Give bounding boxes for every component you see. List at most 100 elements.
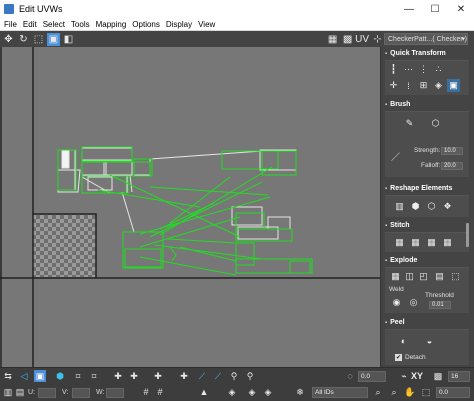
mirror-icon[interactable]: ◧ <box>62 33 75 46</box>
stitch-average-icon[interactable]: ▦ <box>409 236 422 249</box>
relax-brush-icon[interactable]: ⬡ <box>429 117 442 130</box>
rollout-stitch-header[interactable]: ▪ Stitch <box>385 220 469 231</box>
maximize-button[interactable]: ☐ <box>422 0 448 18</box>
menu-select[interactable]: Select <box>40 20 68 29</box>
relax-custom-icon[interactable]: ⬡ <box>425 200 438 213</box>
loop-grow-icon[interactable]: ✚ <box>152 370 164 382</box>
minimize-button[interactable]: — <box>396 0 422 18</box>
relax-until-flat-icon[interactable]: ⬢ <box>409 200 422 213</box>
brush-gradient-icon[interactable]: ／ <box>389 150 402 163</box>
select-by-angle-icon[interactable]: ⟋ <box>212 370 224 382</box>
relax-icon[interactable]: ⊞ <box>417 79 430 92</box>
stitch-target-icon[interactable]: ▦ <box>393 236 406 249</box>
explode-by-id-icon[interactable]: ▦ <box>389 270 402 283</box>
stitch-custom-icon[interactable]: ▦ <box>441 236 454 249</box>
checker-mode-icon[interactable]: ▩ <box>341 33 354 46</box>
weld-selected-icon[interactable]: ◉ <box>390 296 403 309</box>
explode-hard-edges-icon[interactable]: ▤ <box>433 270 446 283</box>
value-spinner[interactable]: 0.0 <box>436 387 470 398</box>
menu-view[interactable]: View <box>195 20 218 29</box>
soft-select-icon[interactable]: ⚲ <box>228 370 240 382</box>
checker-toggle-icon[interactable]: ▦ <box>326 33 339 46</box>
id-filter-dropdown[interactable]: All IDs <box>312 387 368 398</box>
vertex-mode-icon[interactable]: ▣ <box>34 370 46 382</box>
scale-icon[interactable]: ⬚ <box>32 33 45 46</box>
zoom-icon[interactable]: ⌕ <box>372 386 384 398</box>
pan-icon[interactable]: ⊹ <box>371 33 384 46</box>
align-grid-icon[interactable]: ⋮ <box>417 63 430 76</box>
w-field[interactable] <box>106 388 124 398</box>
rollout-brush-header[interactable]: ▪ Brush <box>385 99 469 110</box>
threshold-spinner[interactable]: 0.01 <box>429 301 451 309</box>
rollout-peel-header[interactable]: ▪ Peel <box>385 317 469 328</box>
menu-options[interactable]: Options <box>129 20 163 29</box>
rollout-reshape-header[interactable]: ▪ Reshape Elements <box>385 183 469 194</box>
snowflake-icon[interactable]: ❄ <box>294 386 306 398</box>
hand-pan-icon[interactable]: ✋ <box>404 386 416 398</box>
v-field[interactable] <box>72 388 90 398</box>
grid-snap-icon[interactable]: ▩ <box>432 370 444 382</box>
edge-ring-icon[interactable]: ⌗ <box>88 370 100 382</box>
align-vertical-icon[interactable]: ┇ <box>387 63 400 76</box>
uv-viewport[interactable] <box>0 47 380 367</box>
menu-edit[interactable]: Edit <box>20 20 40 29</box>
absolute-mode-icon[interactable]: ▤ <box>14 386 26 398</box>
grid-icon[interactable]: # <box>140 386 152 398</box>
nav-arrows-icon[interactable]: ⇆ <box>2 370 14 382</box>
detach-checkbox[interactable]: ✔ <box>395 354 402 361</box>
strength-spinner[interactable]: 10.0 <box>441 147 463 155</box>
explode-by-smoothing-icon[interactable]: ◫ <box>403 270 416 283</box>
flatten-icon[interactable]: ◈ <box>432 79 445 92</box>
show-seams-icon[interactable]: ◈ <box>246 386 258 398</box>
edge-loop-icon[interactable]: ⌗ <box>72 370 84 382</box>
tile-icon[interactable]: # <box>154 386 166 398</box>
relax-settings-icon[interactable]: ❖ <box>441 200 454 213</box>
soft-select-falloff-icon[interactable]: ⚲ <box>244 370 256 382</box>
select-mode-icon[interactable]: ◁ <box>18 370 30 382</box>
uv-canvas[interactable] <box>0 47 380 367</box>
filter-icon[interactable]: ▲ <box>198 386 210 398</box>
quick-peel-icon[interactable]: ◐ <box>397 334 410 347</box>
freeform-icon[interactable]: ▣ <box>47 32 60 46</box>
peel-mode-icon[interactable]: ◒ <box>423 334 436 347</box>
xy-axis-label[interactable]: XY <box>411 371 423 381</box>
u-field[interactable] <box>38 388 56 398</box>
distribute-icon[interactable]: ▣ <box>447 79 460 92</box>
close-button[interactable]: ✕ <box>448 0 474 18</box>
move-icon[interactable]: ✥ <box>2 33 15 46</box>
falloff-spinner[interactable]: 20.0 <box>441 162 463 170</box>
stitch-source-icon[interactable]: ▦ <box>425 236 438 249</box>
spacing-icon[interactable]: ⁞ <box>402 79 415 92</box>
explode-settings-icon[interactable]: ⬚ <box>449 270 462 283</box>
menu-display[interactable]: Display <box>163 20 195 29</box>
panel-scrollbar[interactable] <box>466 223 469 247</box>
element-mode-icon[interactable]: ⬢ <box>54 370 66 382</box>
straighten-selection-icon[interactable]: ▥ <box>393 200 406 213</box>
texture-dropdown[interactable]: CheckerPatt...( Checker ) ▾ <box>384 33 468 45</box>
paint-select-icon[interactable]: ✚ <box>178 370 190 382</box>
snap-spinner[interactable]: 16 <box>448 371 470 382</box>
shrink-icon[interactable]: ✚ <box>128 370 140 382</box>
zoom-region-icon[interactable]: ⌕ <box>388 386 400 398</box>
zoom-extents-selected-icon[interactable]: ⬚ <box>420 386 432 398</box>
rollout-explode-header[interactable]: ▪ Explode <box>385 255 469 266</box>
lock-selection-icon[interactable]: ▥ <box>2 386 14 398</box>
menu-file[interactable]: File <box>0 20 20 29</box>
rotate-icon[interactable]: ↻ <box>17 33 30 46</box>
paint-move-icon[interactable]: ✎ <box>403 117 416 130</box>
zoom-extents-icon[interactable]: ◌ <box>344 370 356 382</box>
align-horizontal-icon[interactable]: ⋯ <box>402 63 415 76</box>
explode-to-islands-icon[interactable]: ◰ <box>417 270 430 283</box>
select-by-uv-icon[interactable]: ⟋ <box>196 370 208 382</box>
align-center-icon[interactable]: ∴ <box>432 63 445 76</box>
menu-mapping[interactable]: Mapping <box>93 20 130 29</box>
snap-icon[interactable]: ⌁ <box>398 370 410 382</box>
opacity-icon[interactable]: ◈ <box>262 386 274 398</box>
uv-axis-label[interactable]: UV <box>355 34 369 45</box>
straighten-icon[interactable]: ✛ <box>387 79 400 92</box>
weld-target-icon[interactable]: ◎ <box>407 296 420 309</box>
display-mode-icon[interactable]: ◈ <box>226 386 238 398</box>
rollout-quick-transform-header[interactable]: ▪ Quick Transform <box>385 48 469 59</box>
grow-icon[interactable]: ✚ <box>112 370 124 382</box>
menu-tools[interactable]: Tools <box>68 20 93 29</box>
